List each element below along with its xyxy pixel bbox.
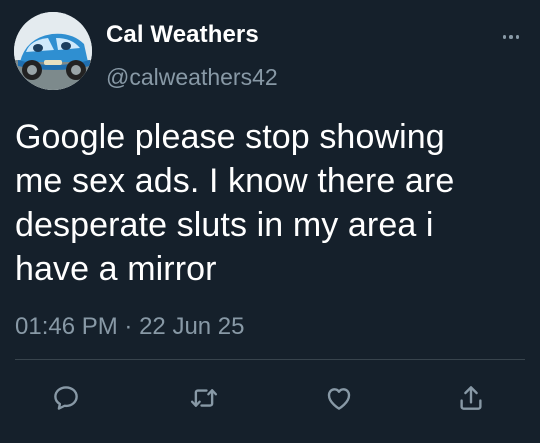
- heart-icon: [327, 388, 351, 410]
- tweet-time: 01:46 PM: [15, 313, 118, 340]
- race-car-avatar-image: [14, 12, 92, 90]
- retweet-button[interactable]: [186, 380, 222, 416]
- tweet-date: 22 Jun 25: [139, 313, 245, 340]
- more-dot: [502, 35, 507, 39]
- user-handle[interactable]: @calweathers42: [106, 62, 278, 92]
- tweet-timestamp[interactable]: 01:46 PM · 22 Jun 25: [15, 310, 245, 344]
- more-options-button[interactable]: [496, 28, 526, 46]
- display-name[interactable]: Cal Weathers: [106, 20, 259, 50]
- share-icon: [460, 386, 482, 410]
- timestamp-separator: ·: [124, 313, 133, 340]
- more-dot: [509, 35, 513, 39]
- retweet-icon: [190, 389, 218, 407]
- tweet-card: Cal Weathers @calweathers42 Google pleas…: [0, 0, 540, 443]
- reply-icon: [54, 386, 78, 410]
- tweet-text: Google please stop showing me sex ads. I…: [15, 118, 455, 288]
- share-button[interactable]: [453, 380, 489, 416]
- avatar[interactable]: [14, 12, 92, 90]
- like-button[interactable]: [321, 380, 357, 416]
- reply-button[interactable]: [48, 380, 84, 416]
- actions-divider: [15, 359, 525, 360]
- more-dot: [515, 35, 520, 39]
